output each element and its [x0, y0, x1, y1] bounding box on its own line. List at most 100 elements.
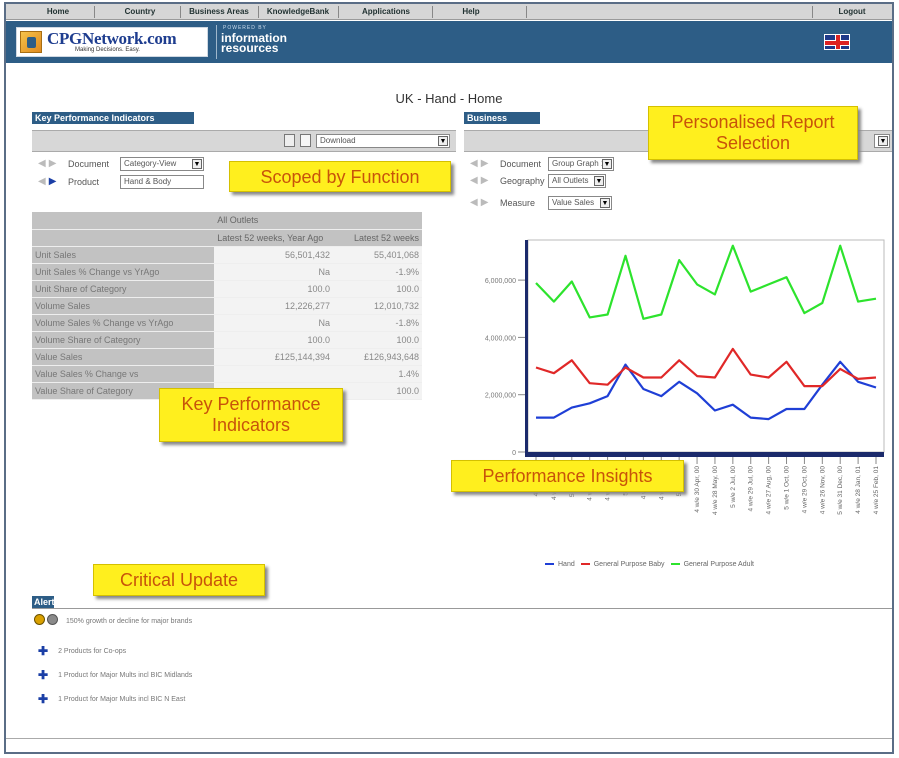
- chart-x-axis-bar: [525, 452, 884, 457]
- kpi-document-select[interactable]: Category-View ▼: [120, 157, 204, 171]
- alert-settings-icon[interactable]: [47, 614, 58, 625]
- expand-icon[interactable]: ✚: [38, 668, 48, 682]
- top-nav-bar: Home Country Business Areas KnowledgeBan…: [6, 4, 892, 20]
- callout-scoped-by-function: Scoped by Function: [229, 161, 451, 192]
- x-tick-label: 4 w/e 30 Apr, 00: [694, 466, 701, 513]
- x-tick-label: 4 w/e 25 Feb, 01: [873, 466, 880, 515]
- kpi-header-row: Latest 52 weeks, Year Ago Latest 52 weeks: [32, 229, 422, 247]
- table-row: Value Sales £125,144,394 £126,943,648: [32, 348, 422, 366]
- nav-applications[interactable]: Applications: [346, 7, 426, 16]
- table-row: Value Sales % Change vs 1.4%: [32, 365, 422, 383]
- x-tick-label: 4 w/e 29 Jul, 00: [748, 466, 755, 512]
- x-tick-label: 4 w/e 28 Jan, 01: [855, 466, 862, 514]
- business-report-select[interactable]: ▼: [874, 134, 890, 148]
- kpi-row-label: [32, 229, 215, 247]
- page-title: UK - Hand - Home: [395, 91, 503, 106]
- kpi-cell: 100.0: [214, 280, 333, 298]
- measure-label: Measure: [500, 198, 536, 208]
- legend-swatch: [580, 563, 590, 566]
- document-nav-arrows[interactable]: ◀▶: [38, 158, 59, 169]
- nav-business-areas[interactable]: Business Areas: [182, 7, 256, 16]
- download-select[interactable]: Download ▼: [316, 134, 450, 148]
- nav-knowledgebank[interactable]: KnowledgeBank: [260, 7, 336, 16]
- x-tick-label: 5 w/e 1 Oct, 00: [784, 466, 791, 510]
- kpi-cell: -1.9%: [332, 263, 422, 281]
- kpi-row-label: Unit Sales % Change vs YrAgo: [32, 263, 215, 281]
- callout-performance-insights: Performance Insights: [451, 460, 684, 492]
- table-row: Unit Share of Category 100.0 100.0: [32, 280, 422, 298]
- chevron-down-icon: ▼: [192, 159, 202, 169]
- nav-country[interactable]: Country: [106, 7, 174, 16]
- kpi-row-label: Volume Share of Category: [32, 331, 215, 349]
- x-tick-label: 4 w/e 28 May, 00: [712, 466, 719, 515]
- uk-flag-icon[interactable]: [824, 34, 850, 50]
- product-label: Product: [68, 177, 100, 187]
- table-row: Unit Sales % Change vs YrAgo Na -1.9%: [32, 263, 422, 281]
- kpi-cell: 1.4%: [332, 365, 422, 383]
- alert-message: 150% growth or decline for major brands: [66, 618, 193, 625]
- legend-swatch: [670, 563, 680, 566]
- cpgnetwork-logo[interactable]: CPGNetwork.com Making Decisions. Easy.: [16, 27, 208, 57]
- chevron-down-icon: ▼: [878, 136, 888, 146]
- alert-item[interactable]: ✚ 1 Product for Major Mults incl BIC N Ea…: [38, 692, 185, 706]
- legend-label: General Purpose Baby: [593, 561, 665, 568]
- product-select[interactable]: Hand & Body: [120, 175, 204, 189]
- kpi-cell: Na: [214, 263, 333, 281]
- callout-personalised-report: Personalised Report Selection: [648, 106, 858, 160]
- alert-item[interactable]: ✚ 2 Products for Co-ops: [38, 644, 126, 658]
- print-icon[interactable]: [284, 134, 295, 147]
- table-row: Volume Sales 12,226,277 12,010,732: [32, 297, 422, 315]
- kpi-cell: Latest 52 weeks, Year Ago: [214, 229, 333, 247]
- kpi-table: All Outlets Latest 52 weeks, Year Ago Late…: [32, 212, 422, 400]
- kpi-header-row: All Outlets: [32, 212, 422, 230]
- measure-nav-arrows[interactable]: ◀▶: [470, 197, 491, 208]
- kpi-row-label: Value Sales: [32, 348, 215, 366]
- kpi-cell: [214, 365, 333, 383]
- legend-label: General Purpose Adult: [683, 561, 754, 568]
- product-nav-arrows[interactable]: ◀▶: [38, 176, 59, 187]
- chevron-down-icon: ▼: [438, 136, 448, 146]
- x-tick-label: 4 w/e 27 Aug, 00: [766, 466, 773, 515]
- kpi-toolbar: Download ▼: [32, 130, 456, 152]
- y-tick-label: 4,000,000: [485, 335, 516, 342]
- partner-logo-text: information resources: [221, 31, 287, 55]
- chevron-down-icon: ▼: [600, 198, 610, 208]
- chart-legend: Hand General Purpose Baby General Purpose …: [539, 561, 754, 568]
- kpi-cell: £125,144,394: [214, 348, 333, 366]
- x-tick-label: 5 w/e 31 Dec, 00: [837, 466, 844, 515]
- logo-icon: [20, 31, 42, 53]
- legend-swatch: [545, 563, 554, 566]
- alert-icon: [34, 614, 45, 625]
- y-tick-label: 2,000,000: [485, 393, 516, 400]
- table-row: Volume Sales % Change vs YrAgo Na -1.8%: [32, 314, 422, 332]
- bs-document-select[interactable]: Group Graph 1 ▼: [548, 157, 614, 171]
- chart-plot-area: [527, 239, 885, 453]
- nav-logout[interactable]: Logout: [822, 7, 882, 16]
- kpi-cell: 100.0: [214, 331, 333, 349]
- series-line-hand: [536, 360, 877, 421]
- kpi-row-label: Value Sales % Change vs: [32, 365, 215, 383]
- nav-home[interactable]: Home: [28, 7, 88, 16]
- nav-help[interactable]: Help: [446, 7, 496, 16]
- chart-y-axis-bar: [525, 240, 528, 455]
- document-label: Document: [68, 159, 110, 169]
- kpi-cell: [332, 212, 422, 230]
- kpi-cell: -1.8%: [332, 314, 422, 332]
- alert-item[interactable]: ✚ 1 Product for Major Mults incl BIC Midl…: [38, 668, 192, 682]
- callout-critical-update: Critical Update: [93, 564, 265, 596]
- expand-icon[interactable]: ✚: [38, 644, 48, 658]
- kpi-cell: Na: [214, 314, 333, 332]
- kpi-cell: All Outlets: [214, 212, 333, 230]
- chevron-down-icon: ▼: [602, 159, 612, 169]
- y-tick-label: 6,000,000: [485, 278, 516, 285]
- expand-icon[interactable]: ✚: [38, 692, 48, 706]
- bs-document-nav-arrows[interactable]: ◀▶: [470, 158, 491, 169]
- kpi-row-label: Unit Sales: [32, 246, 215, 264]
- measure-select[interactable]: Value Sales ▼: [548, 196, 612, 210]
- bs-document-label: Document: [500, 159, 542, 169]
- geography-select[interactable]: All Outlets ▼: [548, 174, 606, 188]
- kpi-row-label: [32, 212, 215, 230]
- geography-nav-arrows[interactable]: ◀▶: [470, 175, 491, 186]
- export-icon[interactable]: [300, 134, 311, 147]
- kpi-cell: 12,010,732: [332, 297, 422, 315]
